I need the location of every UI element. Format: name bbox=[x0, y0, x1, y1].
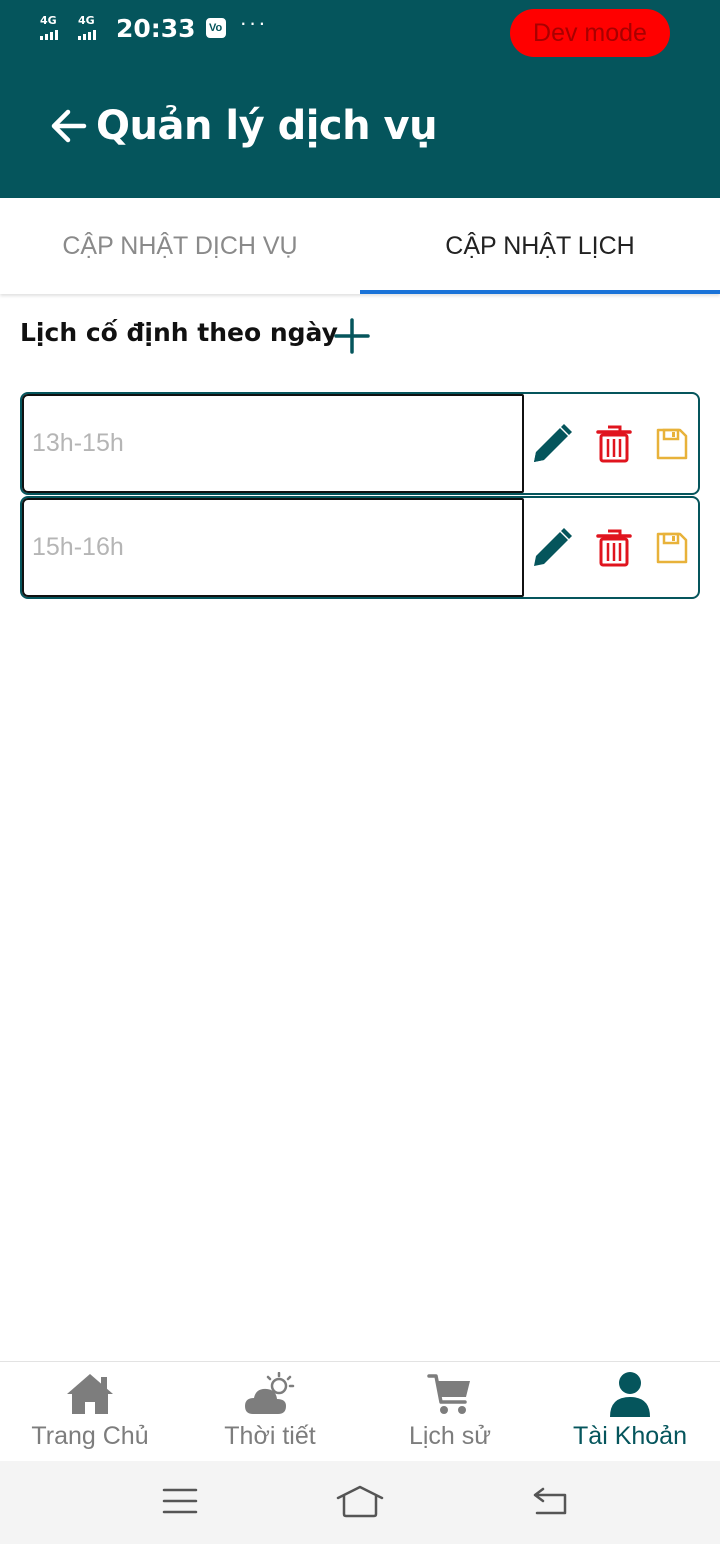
menu-icon bbox=[162, 1488, 198, 1514]
network-type-1: 4G bbox=[40, 14, 57, 27]
dev-mode-badge[interactable]: Dev mode bbox=[510, 9, 670, 57]
cart-icon bbox=[427, 1374, 470, 1414]
back-icon bbox=[533, 1487, 567, 1515]
page-title: Quản lý dịch vụ bbox=[96, 103, 438, 149]
nav-weather-label: Thời tiết bbox=[224, 1422, 316, 1450]
add-schedule-button[interactable] bbox=[330, 314, 374, 358]
plus-icon bbox=[334, 318, 370, 354]
nav-home[interactable]: Trang Chủ bbox=[0, 1362, 180, 1462]
app-header: 4G 4G 20:33 Vo ··· Dev mode Quản lý dịch… bbox=[0, 0, 720, 198]
back-button[interactable] bbox=[44, 102, 92, 150]
tab-update-schedule[interactable]: CẬP NHẬT LỊCH bbox=[360, 198, 720, 294]
nav-account-label: Tài Khoản bbox=[573, 1422, 687, 1450]
home-icon bbox=[67, 1374, 113, 1414]
weather-icon bbox=[245, 1372, 295, 1414]
nav-home-label: Trang Chủ bbox=[31, 1422, 149, 1450]
trash-icon bbox=[596, 529, 632, 566]
tab-bar: CẬP NHẬT DỊCH VỤ CẬP NHẬT LỊCH bbox=[0, 198, 720, 294]
nav-history-label: Lịch sử bbox=[408, 1422, 492, 1450]
tab-update-service[interactable]: CẬP NHẬT DỊCH VỤ bbox=[0, 198, 360, 294]
edit-button[interactable] bbox=[530, 394, 574, 493]
floppy-disk-icon bbox=[656, 532, 688, 563]
nav-account[interactable]: Tài Khoản bbox=[540, 1362, 720, 1462]
delete-button[interactable] bbox=[592, 394, 636, 493]
system-back-button[interactable] bbox=[520, 1479, 580, 1523]
save-button[interactable] bbox=[650, 498, 694, 597]
arrow-left-icon bbox=[51, 109, 87, 143]
nav-history[interactable]: Lịch sử bbox=[360, 1362, 540, 1462]
signal-4g-2: 4G bbox=[76, 14, 108, 42]
floppy-disk-icon bbox=[656, 428, 688, 459]
trash-icon bbox=[596, 425, 632, 462]
system-home-button[interactable] bbox=[330, 1479, 390, 1523]
status-bar: 4G 4G 20:33 Vo ··· bbox=[38, 12, 268, 44]
schedule-time-input[interactable] bbox=[22, 394, 524, 493]
pencil-icon bbox=[534, 423, 572, 462]
system-menu-button[interactable] bbox=[150, 1479, 210, 1523]
schedule-time-input[interactable] bbox=[22, 498, 524, 597]
notification-icon: Vo bbox=[205, 18, 226, 38]
user-icon bbox=[610, 1372, 650, 1417]
network-type-2: 4G bbox=[78, 14, 95, 27]
edit-button[interactable] bbox=[530, 498, 574, 597]
status-time: 20:33 bbox=[116, 13, 196, 43]
schedule-row bbox=[20, 496, 700, 599]
system-navigation-bar bbox=[0, 1461, 720, 1544]
home-outline-icon bbox=[336, 1485, 384, 1518]
save-button[interactable] bbox=[650, 394, 694, 493]
delete-button[interactable] bbox=[592, 498, 636, 597]
section-title: Lịch cố định theo ngày bbox=[20, 318, 338, 347]
signal-4g-1: 4G bbox=[38, 14, 70, 42]
schedule-row bbox=[20, 392, 700, 495]
bottom-navigation: Trang Chủ Thời tiết Lịch sử Tài Khoản bbox=[0, 1361, 720, 1461]
active-tab-indicator bbox=[360, 290, 720, 294]
nav-weather[interactable]: Thời tiết bbox=[180, 1362, 360, 1462]
more-notifications-icon: ··· bbox=[239, 10, 268, 35]
pencil-icon bbox=[534, 527, 572, 566]
